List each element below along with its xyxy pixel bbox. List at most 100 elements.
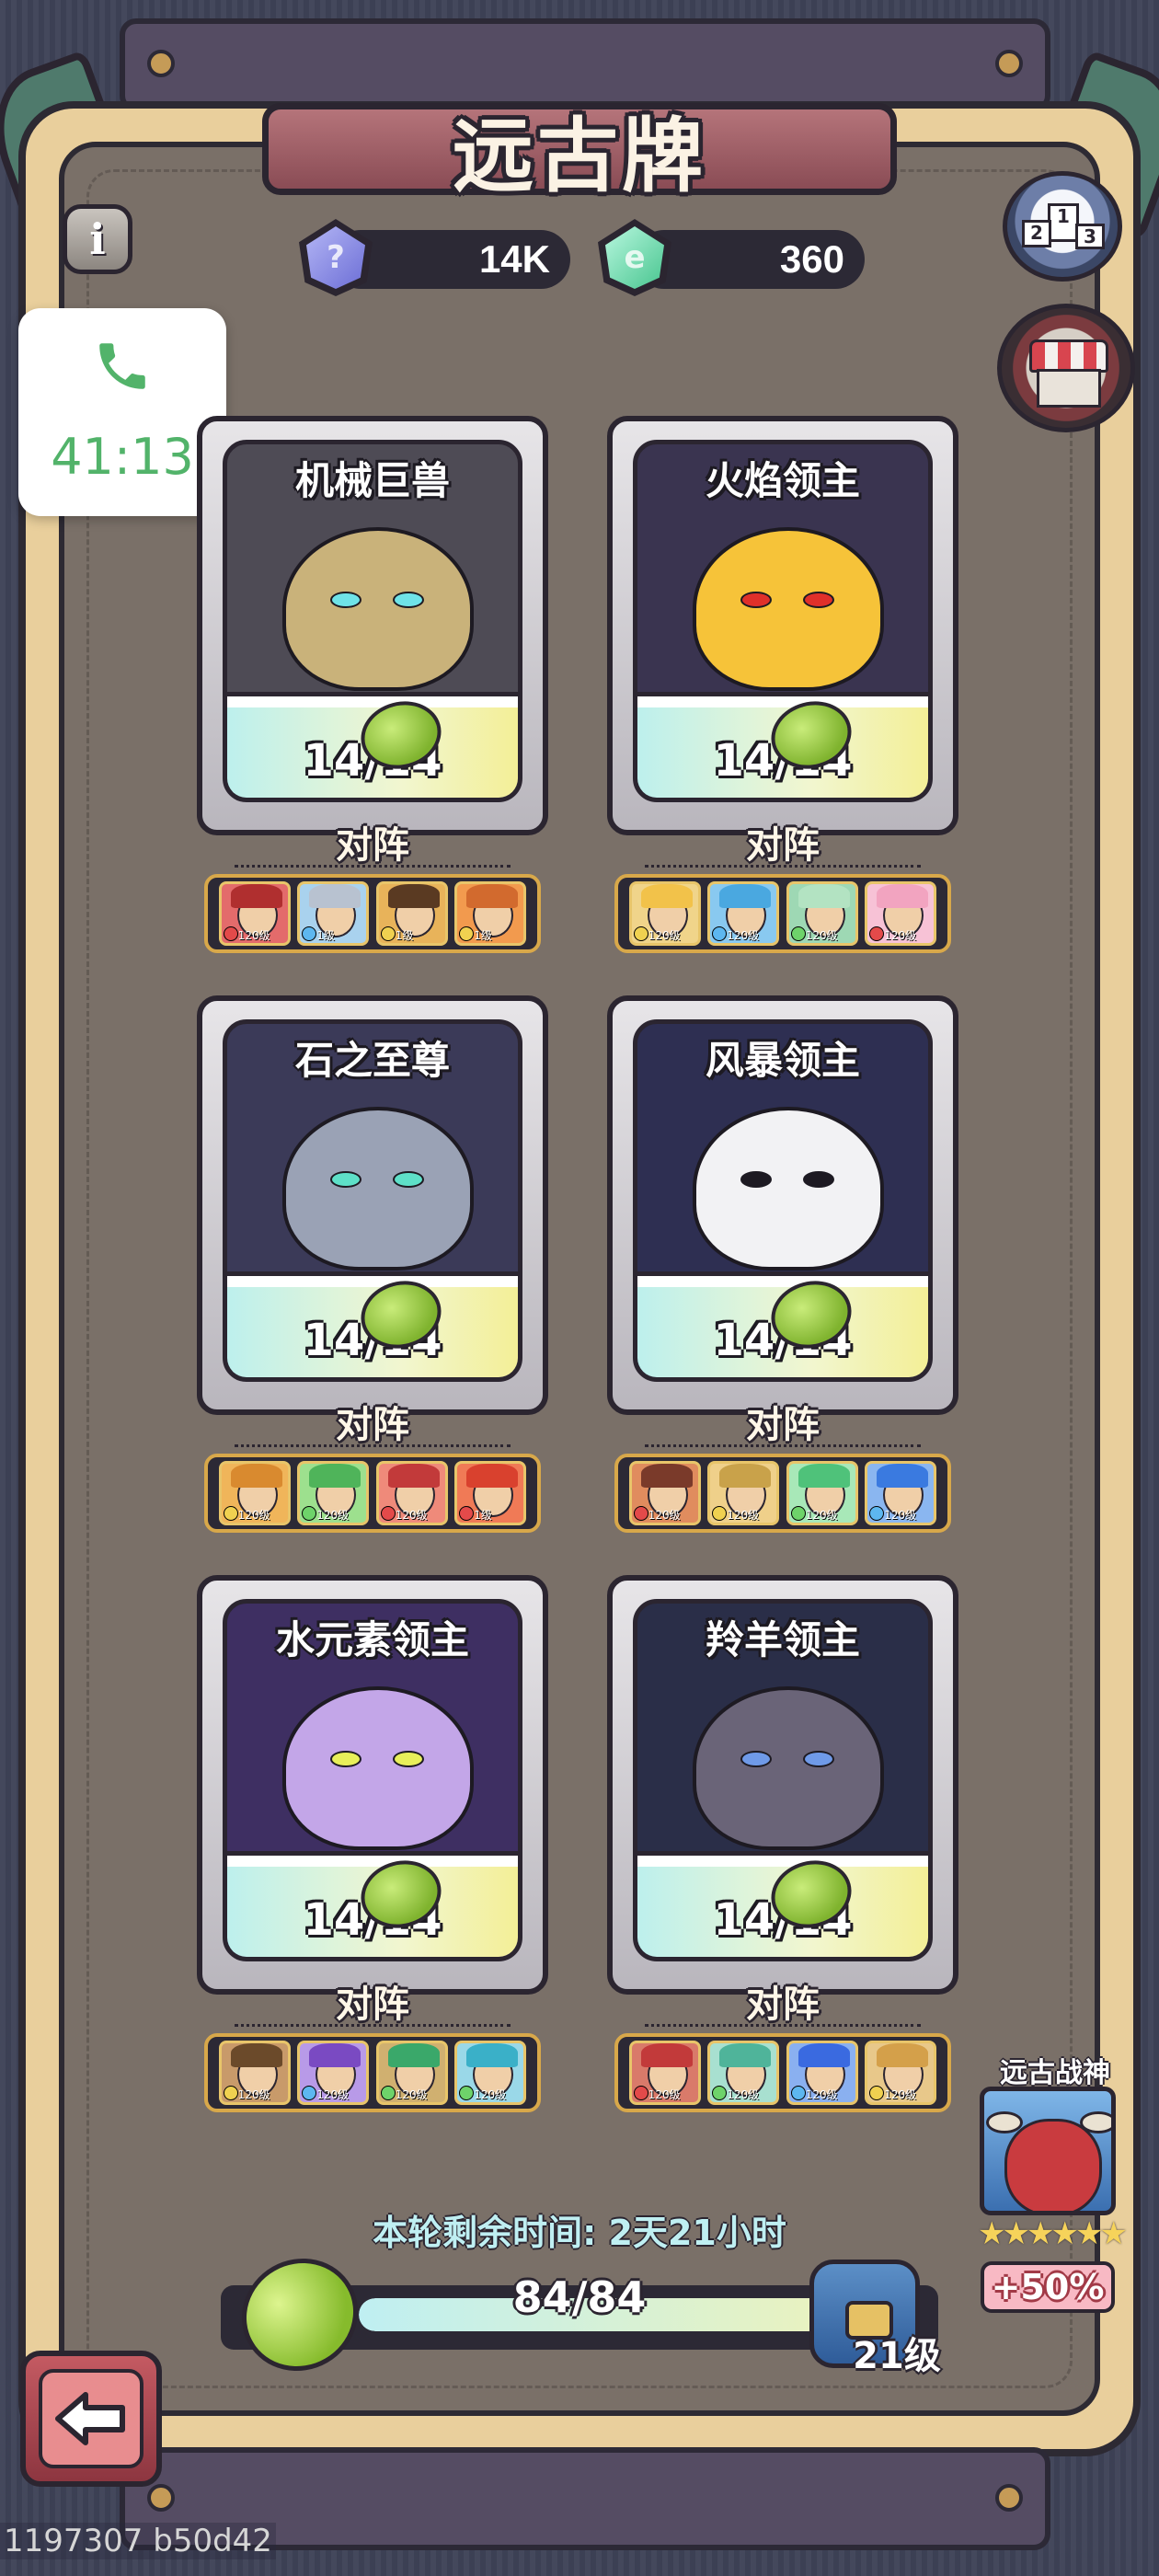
remaining-label: 本轮剩余时间:	[373, 2213, 609, 2253]
hero-avatar[interactable]: 120级	[297, 2041, 370, 2105]
boss-card[interactable]: 石之至尊 14/14	[197, 995, 548, 1415]
hero-avatar[interactable]: 1级	[375, 881, 448, 946]
leaderboard-button[interactable]: 1 2 3	[1003, 171, 1122, 282]
vs-divider	[645, 2024, 921, 2027]
hero-level: 120级	[316, 1509, 350, 1522]
hero-level: 120级	[237, 1509, 270, 1522]
hero-avatar[interactable]: 1级	[454, 881, 527, 946]
hero-level: 120级	[648, 1509, 681, 1522]
hero-avatar[interactable]: 120级	[786, 2041, 858, 2105]
ancient-god-title: 远古战神	[1000, 2057, 1110, 2089]
hero-level: 120级	[237, 929, 270, 942]
phone-icon	[99, 343, 145, 389]
round-remaining-time: 本轮剩余时间: 2天21小时	[239, 2204, 920, 2255]
boss-name: 石之至尊	[294, 1038, 450, 1083]
hero-level: 120级	[805, 929, 838, 942]
opponent-team[interactable]: 120级 1级 1级 1级	[204, 874, 541, 953]
info-icon: i	[89, 214, 106, 264]
hero-avatar[interactable]: 120级	[865, 881, 937, 946]
podium-icon: 1	[1048, 203, 1079, 242]
vs-label: 对阵	[336, 1404, 409, 1446]
vs-divider	[235, 1444, 511, 1447]
hero-avatar[interactable]: 120级	[628, 2041, 701, 2105]
hero-level: 1级	[316, 929, 335, 942]
progress-text: 84/84	[512, 2272, 647, 2322]
hero-avatar[interactable]: 1级	[454, 1461, 527, 1525]
info-button[interactable]: i	[63, 204, 132, 274]
boss-portrait: 水元素领主 14/14	[223, 1599, 522, 1961]
boss-card[interactable]: 羚羊领主 14/14	[607, 1575, 958, 1995]
vs-divider	[645, 1444, 921, 1447]
back-arrow-icon	[55, 2392, 125, 2445]
hero-avatar[interactable]: 120级	[865, 2041, 937, 2105]
boss-card[interactable]: 水元素领主 14/14	[197, 1575, 548, 1995]
vs-label: 对阵	[746, 1404, 820, 1446]
boss-name: 羚羊领主	[705, 1617, 860, 1662]
opponent-team[interactable]: 120级 120级 120级 120级	[614, 1454, 951, 1533]
vs-label: 对阵	[336, 824, 409, 867]
boss-name: 水元素领主	[275, 1617, 469, 1662]
hero-level: 1级	[474, 1509, 492, 1522]
vs-divider	[235, 2024, 511, 2027]
currency-blue-value: 14K	[478, 237, 550, 281]
hero-avatar[interactable]: 120级	[707, 1461, 780, 1525]
hero-avatar[interactable]: 120级	[707, 881, 780, 946]
boss-portrait: 石之至尊 14/14	[223, 1019, 522, 1382]
hero-avatar[interactable]: 120级	[786, 881, 858, 946]
hero-level: 1级	[395, 929, 414, 942]
opponent-team[interactable]: 120级 120级 120级 120级	[614, 874, 951, 953]
hero-avatar[interactable]: 120级	[218, 881, 291, 946]
vs-divider	[235, 865, 511, 868]
vs-divider	[645, 865, 921, 868]
hero-avatar[interactable]: 120级	[628, 1461, 701, 1525]
opponent-team[interactable]: 120级 120级 120级 120级	[204, 2033, 541, 2112]
hero-avatar[interactable]: 120级	[375, 2041, 448, 2105]
opponent-team[interactable]: 120级 120级 120级 120级	[614, 2033, 951, 2112]
hero-level: 120级	[727, 2088, 760, 2101]
boss-name: 火焰领主	[705, 458, 860, 503]
boss-card[interactable]: 风暴领主 14/14	[607, 995, 958, 1415]
hero-avatar[interactable]: 120级	[454, 2041, 527, 2105]
hero-level: 1级	[474, 929, 492, 942]
shop-icon	[1029, 339, 1108, 373]
hero-level: 120级	[805, 2088, 838, 2101]
hero-avatar[interactable]: 1级	[297, 881, 370, 946]
boss-portrait: 风暴领主 14/14	[633, 1019, 933, 1382]
hero-avatar[interactable]: 120级	[707, 2041, 780, 2105]
hero-avatar[interactable]: 120级	[865, 1461, 937, 1525]
hero-avatar[interactable]: 120级	[628, 881, 701, 946]
hero-level: 120级	[237, 2088, 270, 2101]
hero-avatar[interactable]: 120级	[297, 1461, 370, 1525]
hero-level: 120级	[474, 2088, 507, 2101]
page-title: 远古牌	[452, 108, 706, 203]
vs-label: 对阵	[336, 1984, 409, 2026]
boss-name: 机械巨兽	[294, 458, 450, 503]
shop-button[interactable]	[997, 304, 1135, 432]
hero-avatar[interactable]: 120级	[786, 1461, 858, 1525]
hero-avatar[interactable]: 120级	[218, 1461, 291, 1525]
call-status-overlay[interactable]: 41:13	[18, 308, 226, 516]
ancient-god-stars: ★★★★★★	[978, 2215, 1128, 2252]
back-button[interactable]	[20, 2351, 162, 2487]
vs-label: 对阵	[746, 824, 820, 867]
hero-avatar[interactable]: 120级	[375, 1461, 448, 1525]
boss-card[interactable]: 机械巨兽 14/14	[197, 416, 548, 835]
opponent-team[interactable]: 120级 120级 120级 1级	[204, 1454, 541, 1533]
podium-second: 2	[1022, 220, 1051, 247]
hero-avatar[interactable]: 120级	[218, 2041, 291, 2105]
remaining-value: 2天21小时	[608, 2213, 786, 2253]
boss-portrait: 火焰领主 14/14	[633, 440, 933, 802]
podium-third: 3	[1075, 224, 1105, 249]
hero-level: 120级	[727, 929, 760, 942]
call-timer: 41:13	[51, 428, 194, 486]
hero-level: 120级	[395, 2088, 428, 2101]
boss-portrait: 羚羊领主 14/14	[633, 1599, 933, 1961]
ancient-god-portrait[interactable]	[980, 2087, 1116, 2215]
title-plate: 远古牌	[262, 103, 897, 203]
hero-level: 120级	[316, 2088, 350, 2101]
boss-card[interactable]: 火焰领主 14/14	[607, 416, 958, 835]
hero-level: 120级	[805, 1509, 838, 1522]
hero-level: 120级	[727, 1509, 760, 1522]
boss-portrait: 机械巨兽 14/14	[223, 440, 522, 802]
hero-level: 120级	[884, 1509, 917, 1522]
